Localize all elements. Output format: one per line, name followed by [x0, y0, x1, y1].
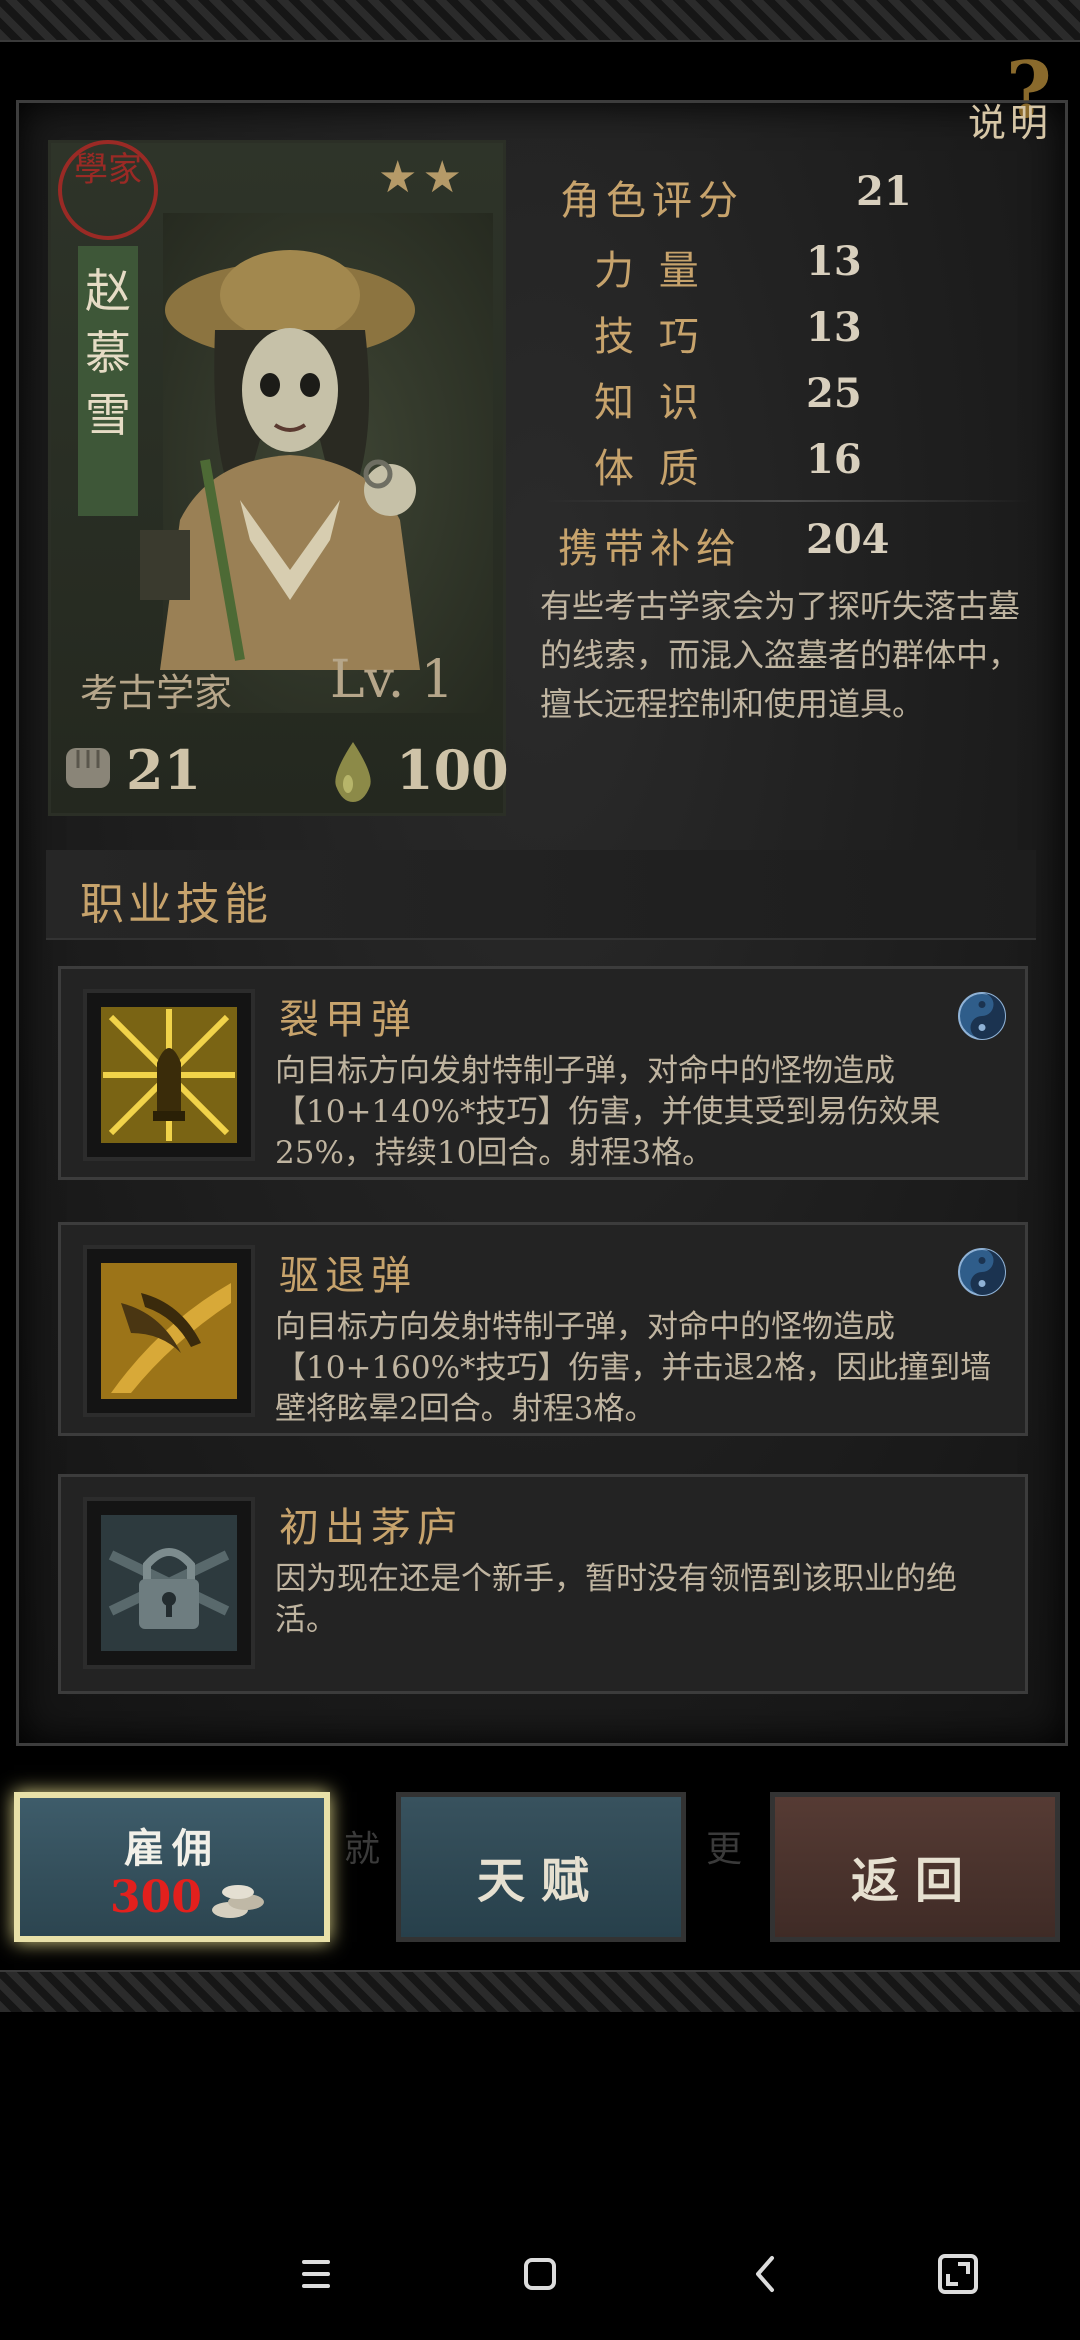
stat-value-knowledge: 25: [806, 370, 862, 417]
locked-icon: [101, 1515, 237, 1651]
back-nav-icon[interactable]: [736, 2244, 796, 2304]
stat-label-supplies: 携带补给: [558, 526, 742, 572]
skill-card[interactable]: 驱退弹 向目标方向发射特制子弹，对命中的怪物造成【10+160%*技巧】伤害，并…: [58, 1222, 1028, 1436]
skill-description: 因为现在还是个新手，暂时没有领悟到该职业的绝活。: [275, 1561, 957, 1638]
back-button[interactable]: 返回: [770, 1792, 1060, 1942]
stats-divider: [540, 500, 1030, 502]
top-decorative-border: [0, 0, 1080, 42]
back-label: 返回: [850, 1853, 979, 1909]
help-label: 说明: [968, 101, 1053, 145]
stat-value-strength: 13: [806, 238, 862, 285]
scholar-seal-icon: 學家: [58, 140, 158, 240]
character-portrait: [140, 250, 420, 670]
talent-label: 天赋: [476, 1853, 605, 1909]
health-value: 100: [396, 738, 509, 802]
skill-title: 驱退弹: [279, 1253, 417, 1299]
power-value: 21: [126, 738, 202, 802]
skill-icon-frame: [83, 989, 255, 1161]
background-text: 更: [706, 1829, 743, 1870]
fist-icon: [66, 748, 110, 788]
stat-value-supplies: 204: [806, 516, 890, 563]
skill-card[interactable]: 初出茅庐 因为现在还是个新手，暂时没有领悟到该职业的绝活。: [58, 1474, 1028, 1694]
skill-title: 裂甲弹: [279, 997, 417, 1043]
skill-title: 初出茅庐: [279, 1505, 463, 1551]
star-icon: ★: [422, 152, 462, 203]
stat-value-rating: 21: [856, 168, 912, 215]
star-rating: ★ ★: [378, 152, 462, 203]
help-button[interactable]: ? 说明: [964, 52, 1074, 152]
skill-description: 向目标方向发射特制子弹，对命中的怪物造成【10+160%*技巧】伤害，并击退2格…: [275, 1309, 992, 1427]
coin-pile-icon: [212, 1885, 264, 1918]
stat-label-skill: 技 巧: [594, 314, 705, 360]
talent-button[interactable]: 天赋: [396, 1792, 686, 1942]
skill-card[interactable]: 裂甲弹 向目标方向发射特制子弹，对命中的怪物造成【10+140%*技巧】伤害，并…: [58, 966, 1028, 1180]
hire-button[interactable]: 雇佣 300: [14, 1792, 330, 1942]
stat-label-rating: 角色评分: [560, 178, 744, 224]
star-icon: ★: [378, 152, 418, 203]
skill-icon-frame: [83, 1245, 255, 1417]
hire-label: 雇佣: [124, 1825, 220, 1872]
skill-icon-frame: [83, 1497, 255, 1669]
rotate-screen-icon[interactable]: [928, 2244, 988, 2304]
bullet-icon: [101, 1007, 237, 1143]
stat-label-strength: 力 量: [594, 248, 705, 294]
class-name: 考古学家: [80, 671, 233, 715]
class-description: 有些考古学家会为了探听失落古墓的线索，而混入盗墓者的群体中，擅长远程控制和使用道…: [540, 587, 1021, 723]
yin-yang-icon: [958, 992, 1006, 1040]
skill-description: 向目标方向发射特制子弹，对命中的怪物造成【10+140%*技巧】伤害，并使其受到…: [275, 1053, 941, 1171]
stat-value-skill: 13: [806, 304, 862, 351]
skills-header-title: 职业技能: [80, 879, 272, 930]
stat-label-constitution: 体 质: [594, 446, 705, 492]
hire-cost: 300: [110, 1872, 202, 1923]
health-drop-icon: [335, 742, 371, 802]
bottom-decorative-border: [0, 1970, 1080, 2012]
level-text: Lv. 1: [330, 650, 454, 710]
skills-header: 职业技能: [46, 850, 1036, 940]
stat-value-constitution: 16: [806, 436, 862, 483]
stat-label-knowledge: 知 识: [594, 380, 705, 426]
repel-claw-icon: [101, 1263, 237, 1399]
home-icon[interactable]: [510, 2244, 570, 2304]
menu-icon[interactable]: [286, 2244, 346, 2304]
yin-yang-icon: [958, 1248, 1006, 1296]
background-text: 就: [344, 1829, 381, 1870]
